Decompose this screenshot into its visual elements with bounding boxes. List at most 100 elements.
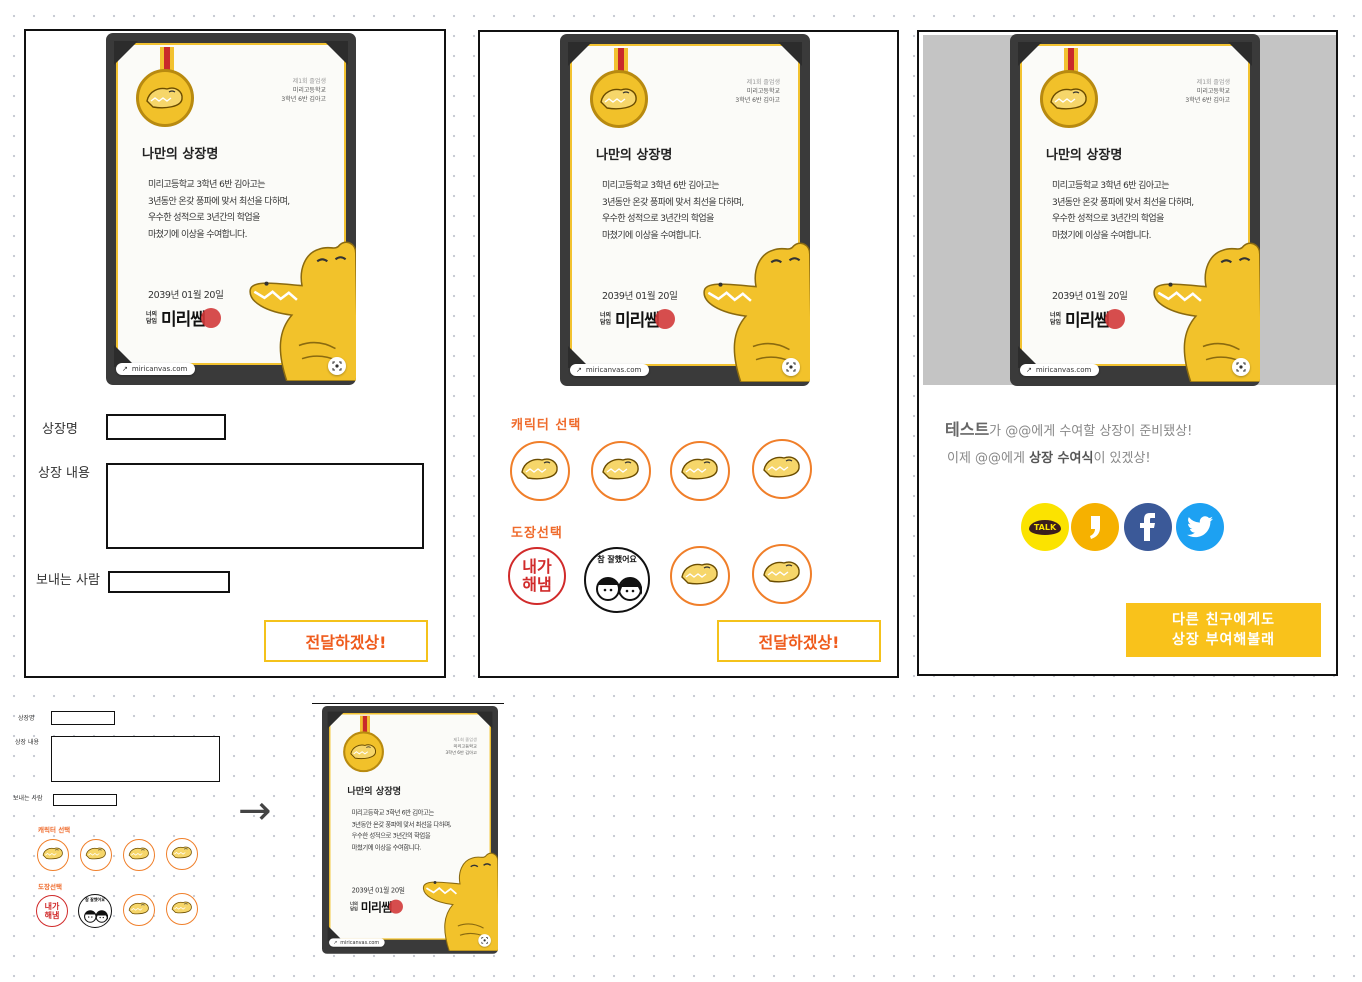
stamp-option-3[interactable] — [670, 546, 730, 606]
certificate-title: 나만의 상장명 — [347, 786, 402, 797]
award-another-friend-button[interactable]: 다른 친구에게도 상장 부여해볼래 — [1126, 603, 1321, 657]
org-line3: 3학년 6반 김아고 — [735, 97, 780, 104]
kakaostory-icon — [1090, 516, 1100, 539]
croc-icon — [42, 846, 64, 865]
mini-stamp-4[interactable] — [166, 893, 198, 925]
arrow-up-right-icon: ↗ — [122, 365, 128, 373]
mini-character-3[interactable] — [123, 839, 155, 871]
character-option-3[interactable] — [670, 441, 730, 501]
award-again-line2: 상장 부여해볼래 — [1171, 632, 1276, 648]
award-name-input[interactable] — [106, 414, 226, 440]
croc-icon — [601, 456, 641, 486]
brand-name: 미리쌤 — [360, 901, 393, 916]
result-line2-pre: 이제 @@에게 — [947, 451, 1030, 466]
stamp-kids-text: 참 잘했어요 — [597, 555, 637, 564]
mini-stamp-3[interactable] — [123, 894, 155, 926]
brand-small: 너의 담임 — [1050, 311, 1062, 326]
brand-name: 미리쌤 — [161, 310, 206, 330]
mini-stamp-title: 도장선택 — [38, 883, 62, 891]
org-line3: 3학년 6반 김아고 — [281, 96, 326, 103]
twitter-icon — [1187, 516, 1213, 538]
miricanvas-link[interactable]: ↗ miricanvas.com — [116, 363, 196, 375]
kids-faces-icon — [596, 577, 642, 601]
character-option-2[interactable] — [591, 441, 651, 501]
award-content-label: 상장 내용 — [38, 466, 90, 481]
brand-logo: 너의 담임 미리쌤 — [350, 897, 403, 915]
certificate-date: 2039년 01월 20일 — [602, 291, 678, 302]
brand-name: 미리쌤 — [615, 311, 660, 331]
corner-fold — [778, 42, 802, 66]
submit-button[interactable]: 전달하겠상! — [717, 620, 881, 662]
croc-icon — [128, 901, 150, 920]
mini-character-2[interactable] — [80, 839, 112, 871]
certificate-body: 미리고등학교 3학년 6반 김아고는 3년동안 온갖 풍파에 맞서 최선을 다하며… — [602, 178, 792, 244]
miricanvas-link[interactable]: ↗ miricanvas.com — [570, 364, 650, 376]
kakaotalk-share-button[interactable]: TALK — [1021, 503, 1069, 551]
certificate-preview: 제1회 졸업생 미리고등학교 3학년 6반 김아고 나만의 상장명 미리고등학교… — [560, 34, 810, 386]
frame-select: 제1회 졸업생 미리고등학교 3학년 6반 김아고 나만의 상장명 미리고등학교… — [478, 30, 899, 678]
kakaotalk-icon: TALK — [1028, 519, 1062, 535]
arrow-up-right-icon: ↗ — [1026, 366, 1032, 374]
stamp-option-4[interactable] — [752, 544, 812, 604]
mini-character-4[interactable] — [166, 838, 198, 870]
mini-character-1[interactable] — [37, 839, 69, 871]
brand-logo: 너의 담임 미리쌤 — [146, 305, 221, 330]
org-line2: 미리고등학교 — [1196, 88, 1230, 95]
result-line2-bold: 상장 수여식 — [1029, 451, 1094, 466]
croc-icon — [762, 559, 802, 589]
mini-award-content-input[interactable] — [51, 736, 220, 782]
certificate-preview: 제1회 졸업생 미리고등학교 3학년 6반 김아고 나만의 상장명 미리고등학교… — [106, 33, 356, 385]
mini-award-name-input[interactable] — [51, 711, 115, 725]
facebook-share-button[interactable] — [1124, 503, 1172, 551]
certificate-org: 제1회 졸업생 미리고등학교 3학년 6반 김아고 — [445, 737, 476, 756]
stamp-text-1: 내가 — [522, 557, 552, 576]
brand-small: 너의 담임 — [600, 311, 612, 326]
mini-stamp-kids[interactable]: 참 잘했어요 — [78, 894, 112, 928]
stamp-text-2: 해냄 — [522, 575, 552, 594]
character-option-1[interactable] — [510, 441, 570, 501]
brand-name: 미리쌤 — [1065, 311, 1110, 331]
result-line2-post: 이 있겠상! — [1093, 451, 1151, 466]
zoom-scan-icon[interactable] — [478, 934, 491, 947]
mini-stamp-naega[interactable]: 내가 해냄 — [36, 895, 68, 927]
certificate-body-line: 3년동안 온갖 풍파에 맞서 최선을 다하며, — [148, 196, 290, 207]
croc-icon — [171, 900, 193, 919]
zoom-scan-icon[interactable] — [328, 357, 346, 375]
certificate-body-line: 우수한 성적으로 3년간의 학업을 — [351, 832, 431, 840]
stamp-option-chamjalhaesseoyo[interactable]: 참 잘했어요 — [584, 547, 650, 613]
certificate-body-line: 우수한 성적으로 3년간의 학업을 — [148, 213, 260, 223]
miricanvas-link[interactable]: ↗ miricanvas.com — [1020, 364, 1100, 376]
croc-icon — [520, 456, 560, 486]
facebook-icon — [1140, 513, 1155, 541]
org-line1: 제1회 졸업생 — [746, 79, 780, 86]
corner-fold — [568, 42, 592, 66]
frame-result: 제1회 졸업생 미리고등학교 3학년 6반 김아고 나만의 상장명 미리고등학교… — [917, 30, 1338, 676]
croc-icon — [128, 846, 150, 865]
mini-sender-input[interactable] — [53, 794, 117, 806]
award-content-textarea[interactable] — [106, 463, 424, 549]
character-option-4[interactable] — [752, 439, 812, 499]
zoom-scan-icon[interactable] — [1232, 358, 1250, 376]
brand-small: 너의 담임 — [350, 901, 358, 912]
brand-stamp-icon — [200, 307, 221, 328]
zoom-scan-icon[interactable] — [782, 358, 800, 376]
kakaostory-share-button[interactable] — [1071, 503, 1119, 551]
certificate-body: 미리고등학교 3학년 6반 김아고는 3년동안 온갖 풍파에 맞서 최선을 다하며… — [1052, 178, 1242, 244]
certificate-title: 나만의 상장명 — [596, 148, 673, 163]
arrow-up-right-icon: ↗ — [576, 366, 582, 374]
award-again-line1: 다른 친구에게도 — [1171, 612, 1276, 628]
twitter-share-button[interactable] — [1176, 503, 1224, 551]
certificate-body-line: 미리고등학교 3학년 6반 김아고는 — [148, 180, 265, 190]
certificate-body: 미리고등학교 3학년 6반 김아고는 3년동안 온갖 풍파에 맞서 최선을 다하며… — [148, 177, 338, 243]
corner-fold — [1018, 42, 1042, 66]
corner-fold — [114, 41, 138, 65]
submit-button[interactable]: 전달하겠상! — [264, 620, 428, 662]
stamp-option-naega-haenaem[interactable]: 내가 해냄 — [508, 547, 566, 605]
corner-fold — [1228, 42, 1252, 66]
org-line1: 제1회 졸업생 — [292, 78, 326, 85]
certificate-body-line: 우수한 성적으로 3년간의 학업을 — [602, 214, 714, 224]
sender-input[interactable] — [108, 571, 230, 593]
miricanvas-link[interactable]: ↗ miricanvas.com — [329, 938, 385, 947]
mini-form-sketch: 상장명 상장 내용 보내는 사람 캐릭터 선택 도장선택 내가 해냄 참 잘했어요 — [0, 700, 240, 940]
frame-form: 제1회 졸업생 미리고등학교 3학년 6반 김아고 나만의 상장명 미리고등학교… — [24, 29, 446, 678]
